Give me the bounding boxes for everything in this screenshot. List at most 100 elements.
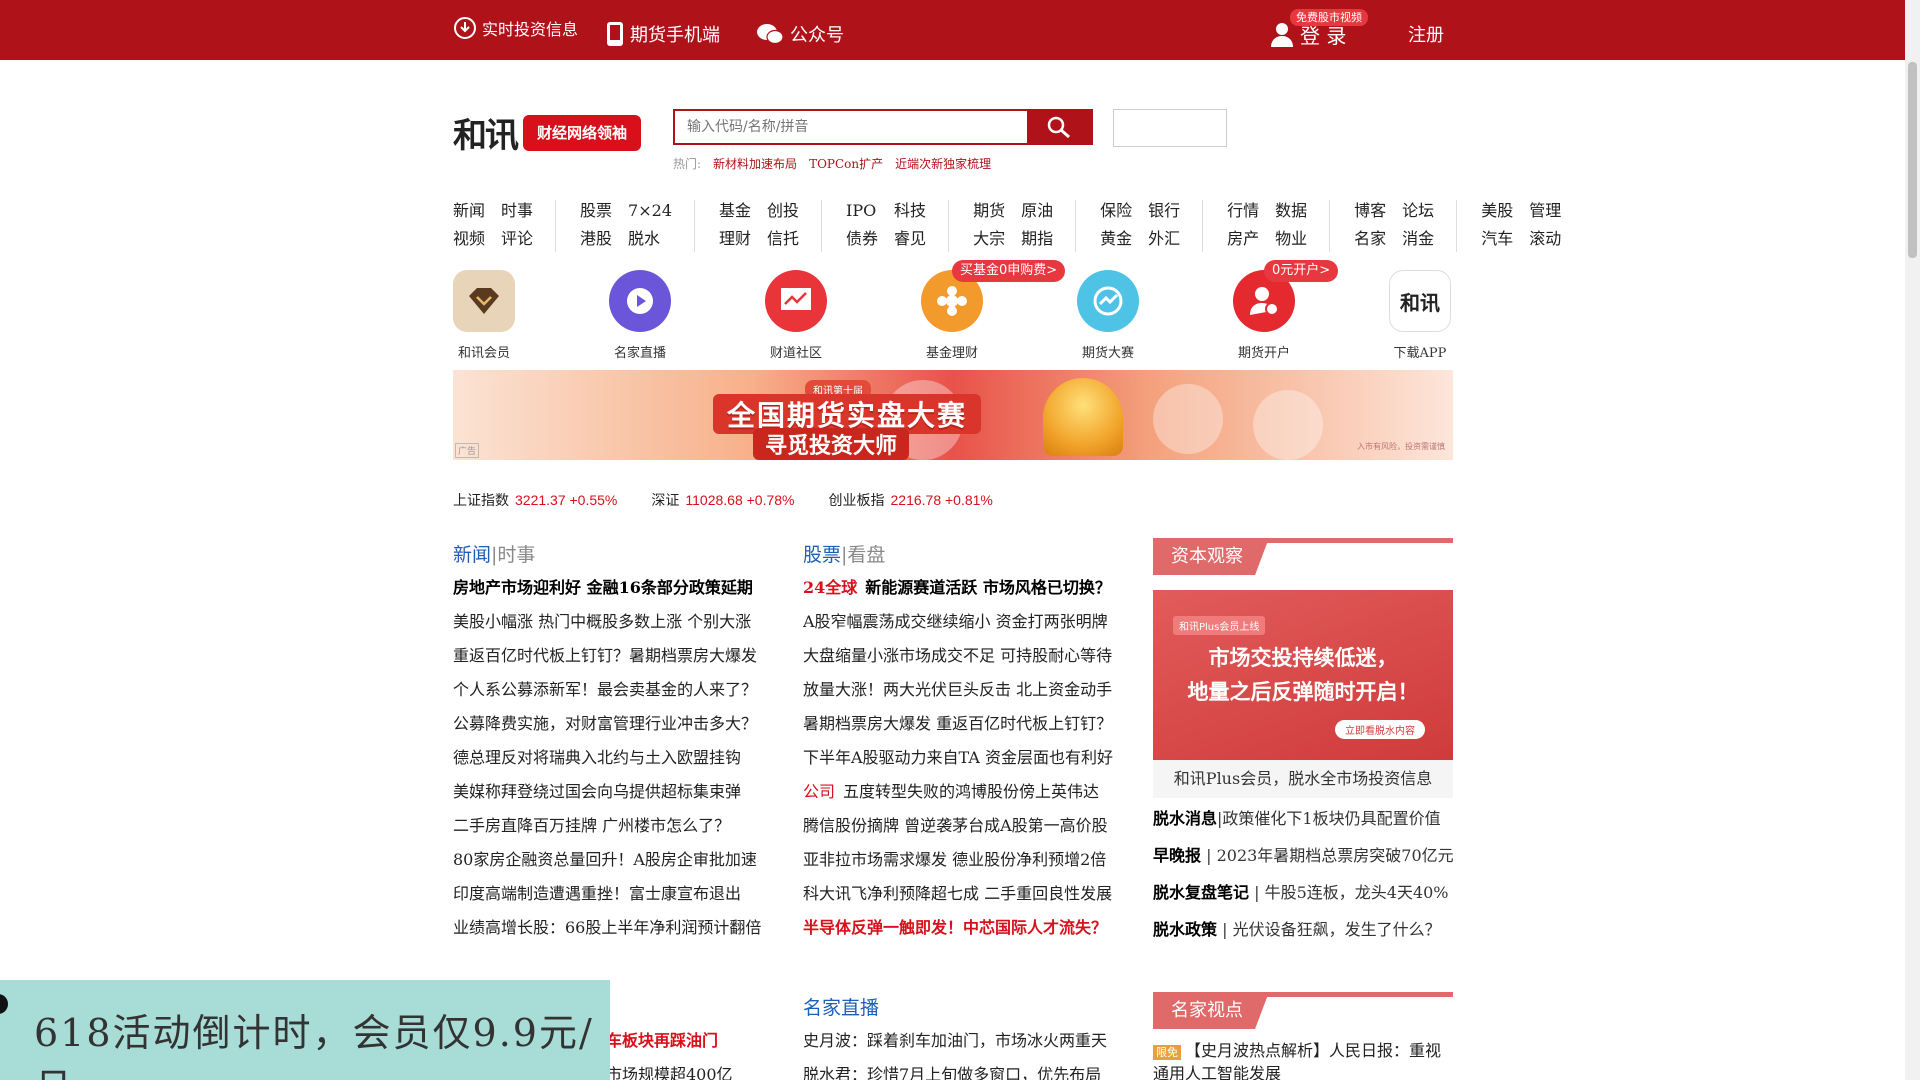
stocks-tab[interactable]: 股票 bbox=[803, 544, 841, 566]
news-item[interactable]: 二手房直降百万挂牌 广州楼市怎么了？ bbox=[453, 809, 763, 843]
live-item[interactable]: 史月波：踩着刹车加油门，市场冰火两重天 bbox=[803, 1024, 1113, 1058]
news-item[interactable]: 德总理反对将瑞典入北约与土入欧盟挂钩 bbox=[453, 741, 763, 775]
nav-link[interactable]: 债券 bbox=[846, 228, 878, 252]
nav-link[interactable]: 时事 bbox=[501, 200, 533, 224]
hot-link[interactable]: 近端次新独家梳理 bbox=[895, 155, 991, 172]
index-item[interactable]: 创业板指 2216.78 +0.81% bbox=[829, 490, 993, 510]
stock-item[interactable]: 下半年A股驱动力来自TA 资金层面也有利好 bbox=[803, 741, 1113, 775]
app-futures-account[interactable]: 0元开户> 期货开户 bbox=[1224, 260, 1339, 361]
capital-item[interactable]: 早晚报 | 2023年暑期档总票房突破70亿元 bbox=[1153, 837, 1453, 874]
nav-link[interactable]: 期货 bbox=[973, 200, 1005, 224]
views-tab[interactable]: 名家视点 bbox=[1153, 992, 1269, 1029]
search-input[interactable] bbox=[675, 111, 1027, 143]
nav-link[interactable]: 信托 bbox=[767, 228, 799, 252]
stock-item[interactable]: 放量大涨！两大光伏巨头反击 北上资金动手 bbox=[803, 673, 1113, 707]
capital-item[interactable]: 脱水政策 | 光伏设备狂飙，发生了什么？ bbox=[1153, 911, 1453, 948]
company-tag[interactable]: 公司 bbox=[803, 782, 835, 801]
promo-popup[interactable]: 618活动倒计时，会员仅9.9元/月 bbox=[0, 980, 610, 1080]
nav-link[interactable]: 新闻 bbox=[453, 200, 485, 224]
nav-link[interactable]: 视频 bbox=[453, 228, 485, 252]
capital-item[interactable]: 脱水消息|政策催化下1板块仍具配置价值 bbox=[1153, 800, 1453, 837]
nav-link[interactable]: 美股 bbox=[1481, 200, 1513, 224]
site-logo[interactable]: 和讯 财经网络领袖 bbox=[453, 108, 642, 157]
news-item[interactable]: 业市场规模超400亿 bbox=[590, 1058, 790, 1080]
view-item[interactable]: 限免 【史月波热点解析】人民日报：重视通用人工智能发展 bbox=[1153, 1040, 1453, 1080]
news-item[interactable]: 美媒称拜登绕过国会向乌提供超标集束弹 bbox=[453, 775, 763, 809]
stock-item[interactable]: A股窄幅震荡成交继续缩小 资金打两张明牌 bbox=[803, 605, 1113, 639]
stock-item[interactable]: 亚非拉市场需求爆发 德业股份净利预增2倍 bbox=[803, 843, 1113, 877]
stock-top-item[interactable]: 24全球 新能源赛道活跃 市场风格已切换？ bbox=[803, 571, 1113, 605]
app-member[interactable]: 和讯会员 bbox=[444, 270, 524, 361]
app-community[interactable]: 财道社区 bbox=[756, 270, 836, 361]
stock-item[interactable]: 暑期档票房大爆发 重返百亿时代板上钉钉？ bbox=[803, 707, 1113, 741]
news-item[interactable]: 美股小幅涨 热门中概股多数上涨 个别大涨 bbox=[453, 605, 763, 639]
stock-item[interactable]: 科大讯飞净利预降超七成 二手重回良性发展 bbox=[803, 877, 1113, 911]
nav-link[interactable]: 7×24 bbox=[628, 200, 672, 224]
app-download[interactable]: 和讯 下载APP bbox=[1380, 270, 1460, 361]
ad-placeholder[interactable] bbox=[1113, 109, 1227, 147]
page-scrollbar[interactable] bbox=[1905, 0, 1920, 1080]
nav-link[interactable]: 行情 bbox=[1227, 200, 1259, 224]
index-item[interactable]: 深证 11028.68 +0.78% bbox=[651, 490, 794, 510]
login-button[interactable]: 登 录 bbox=[1270, 4, 1346, 64]
nav-link[interactable]: 港股 bbox=[580, 228, 612, 252]
nav-link[interactable]: 股票 bbox=[580, 200, 612, 224]
hot-link[interactable]: 新材料加速布局 bbox=[713, 155, 797, 172]
nav-link[interactable]: 物业 bbox=[1275, 228, 1307, 252]
nav-link[interactable]: 基金 bbox=[719, 200, 751, 224]
market-watch-tab[interactable]: 看盘 bbox=[847, 544, 885, 566]
hot-link[interactable]: TOPCon扩产 bbox=[809, 155, 883, 172]
news-item[interactable]: 重返百亿时代板上钉钉？暑期档票房大爆发 bbox=[453, 639, 763, 673]
nav-link[interactable]: 大宗 bbox=[973, 228, 1005, 252]
nav-link[interactable]: 博客 bbox=[1354, 200, 1386, 224]
register-link[interactable]: 注册 bbox=[1408, 4, 1444, 64]
mobile-link[interactable]: 期货手机端 bbox=[606, 4, 720, 64]
nav-link[interactable]: 睿见 bbox=[894, 228, 926, 252]
nav-link[interactable]: 保险 bbox=[1100, 200, 1132, 224]
stock-item[interactable]: 腾信股份摘牌 曾逆袭茅台成A股第一高价股 bbox=[803, 809, 1113, 843]
close-icon[interactable] bbox=[0, 994, 8, 1014]
news-item[interactable]: 80家房企融资总量回升！A股房企审批加速 bbox=[453, 843, 763, 877]
news-item[interactable]: 印度高端制造遭遇重挫！富士康宣布退出 bbox=[453, 877, 763, 911]
nav-link[interactable]: 脱水 bbox=[628, 228, 672, 252]
nav-link[interactable]: 滚动 bbox=[1529, 228, 1561, 252]
promo-banner[interactable]: 和讯第十届 全国期货实盘大赛 寻觅投资大师 广告 入市有风险，投资需谨慎 bbox=[453, 370, 1453, 460]
stock-item[interactable]: 大盘缩量小涨市场成交不足 可持股耐心等待 bbox=[803, 639, 1113, 673]
nav-link[interactable]: 创投 bbox=[767, 200, 799, 224]
nav-link[interactable]: IPO bbox=[846, 200, 878, 224]
capital-item[interactable]: 脱水复盘笔记 | 牛股5连板，龙头4天40% bbox=[1153, 874, 1453, 911]
live-item[interactable]: 脱水君：珍惜7月上旬做多窗口，优先布局 bbox=[803, 1058, 1113, 1080]
search-button[interactable] bbox=[1027, 111, 1091, 143]
news-item[interactable]: 房地产市场迎利好 金融16条部分政策延期 bbox=[453, 571, 763, 605]
stock-item[interactable]: 公司 五度转型失败的鸿博股份傍上英伟达 bbox=[803, 775, 1113, 809]
live-tab[interactable]: 名家直播 bbox=[803, 997, 879, 1019]
app-live[interactable]: 名家直播 bbox=[600, 270, 680, 361]
nav-link[interactable]: 外汇 bbox=[1148, 228, 1180, 252]
news-item[interactable]: 汽车板块再踩油门 bbox=[590, 1024, 790, 1058]
nav-link[interactable]: 论坛 bbox=[1402, 200, 1434, 224]
account-promo-tag[interactable]: 0元开户> bbox=[1264, 260, 1339, 282]
realtime-info-link[interactable]: 实时投资信息 bbox=[454, 0, 578, 58]
app-fund[interactable]: 买基金0申购费> 基金理财 bbox=[912, 260, 1066, 361]
scrollbar-thumb[interactable] bbox=[1908, 62, 1917, 258]
nav-link[interactable]: 名家 bbox=[1354, 228, 1386, 252]
nav-link[interactable]: 期指 bbox=[1021, 228, 1053, 252]
nav-link[interactable]: 管理 bbox=[1529, 200, 1561, 224]
nav-link[interactable]: 汽车 bbox=[1481, 228, 1513, 252]
news-item[interactable]: 个人系公募添新军！最会卖基金的人来了？ bbox=[453, 673, 763, 707]
nav-link[interactable]: 房产 bbox=[1227, 228, 1259, 252]
news-item[interactable]: 公募降费实施，对财富管理行业冲击多大？ bbox=[453, 707, 763, 741]
nav-link[interactable]: 理财 bbox=[719, 228, 751, 252]
news-tab[interactable]: 新闻 bbox=[453, 544, 491, 566]
nav-link[interactable]: 消金 bbox=[1402, 228, 1434, 252]
capital-tab[interactable]: 资本观察 bbox=[1153, 538, 1269, 575]
nav-link[interactable]: 银行 bbox=[1148, 200, 1180, 224]
plus-cta-button[interactable]: 立即看脱水内容 bbox=[1335, 720, 1425, 739]
stock-item-highlight[interactable]: 半导体反弹一触即发！中芯国际人才流失？ bbox=[803, 911, 1113, 945]
index-item[interactable]: 上证指数 3221.37 +0.55% bbox=[453, 490, 617, 510]
nav-link[interactable]: 科技 bbox=[894, 200, 926, 224]
nav-link[interactable]: 数据 bbox=[1275, 200, 1307, 224]
nav-link[interactable]: 评论 bbox=[501, 228, 533, 252]
current-affairs-tab[interactable]: 时事 bbox=[497, 544, 535, 566]
news-item[interactable]: 业绩高增长股：66股上半年净利润预计翻倍 bbox=[453, 911, 763, 945]
